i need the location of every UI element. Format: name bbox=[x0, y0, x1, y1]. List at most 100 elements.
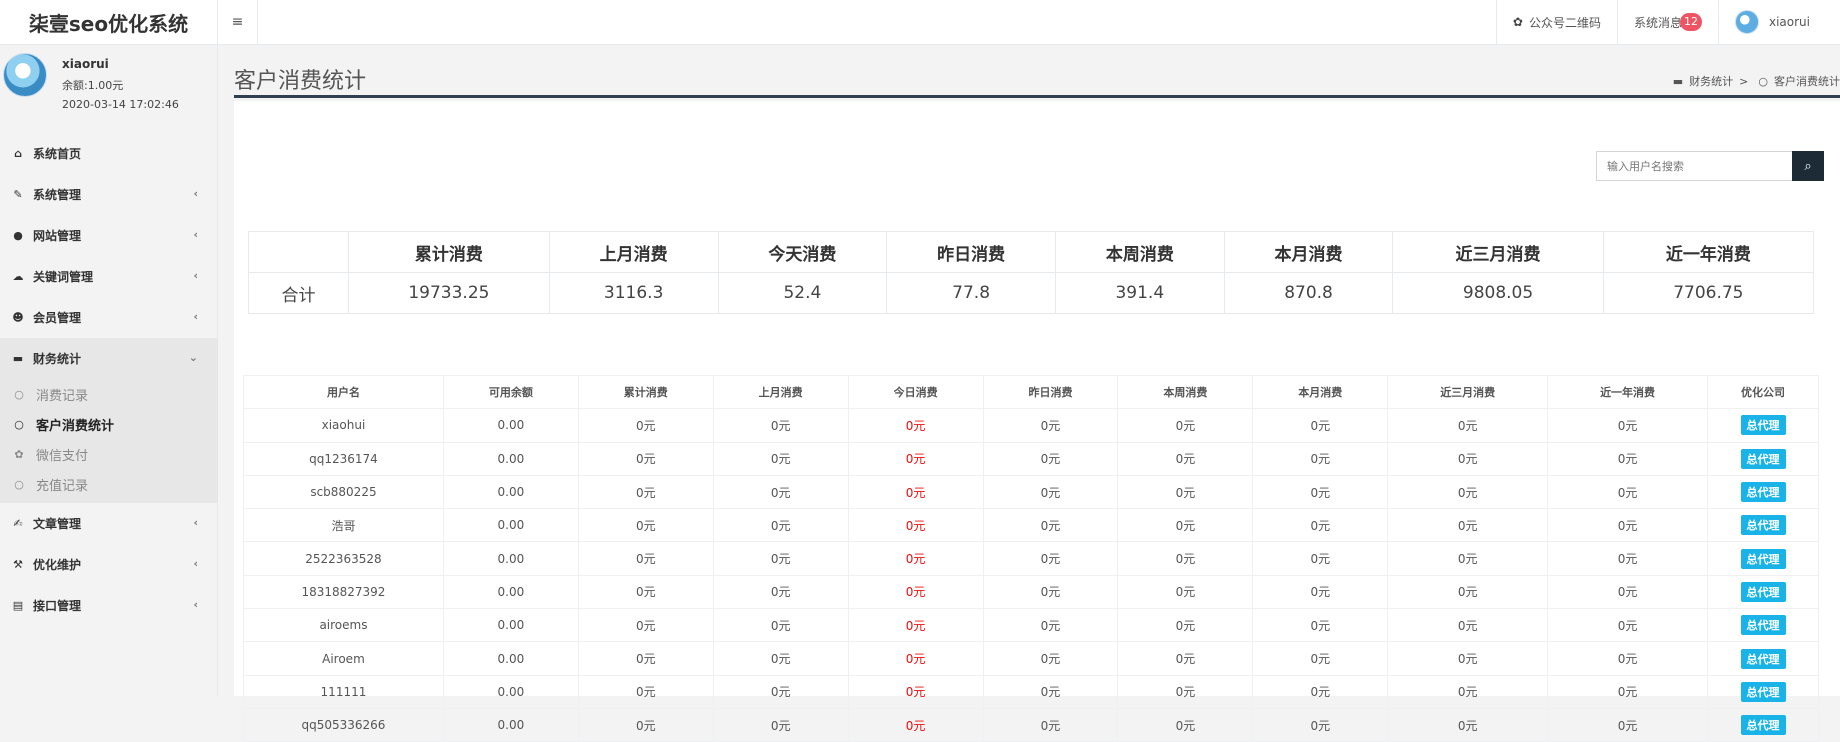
sidebar-item-optimization[interactable]: ⚒ 优化维护 ‹ bbox=[0, 544, 218, 585]
sidebar-item-website[interactable]: ● 网站管理 ‹ bbox=[0, 215, 218, 256]
qrcode-link[interactable]: ✿ 公众号二维码 bbox=[1495, 0, 1617, 44]
sidebar-item-api[interactable]: ▤ 接口管理 ‹ bbox=[0, 585, 218, 626]
breadcrumb-item-finance[interactable]: 财务统计 bbox=[1689, 73, 1733, 89]
company-tag[interactable]: 总代理 bbox=[1740, 615, 1786, 636]
table-cell: 0元 bbox=[577, 474, 714, 510]
table-cell: 0元 bbox=[1547, 608, 1708, 643]
profile-name: xiaorui bbox=[62, 57, 109, 71]
company-tag[interactable]: 总代理 bbox=[1740, 648, 1786, 669]
table-cell: xiaohui bbox=[243, 408, 444, 443]
company-tag[interactable]: 总代理 bbox=[1740, 482, 1786, 503]
table-cell: 0元 bbox=[982, 608, 1119, 643]
table-cell: 0元 bbox=[1547, 674, 1708, 709]
company-tag[interactable]: 总代理 bbox=[1740, 415, 1786, 436]
sidebar-item-label: 充值记录 bbox=[36, 478, 89, 494]
company-cell: 总代理 bbox=[1707, 641, 1819, 676]
table-cell: 0.00 bbox=[442, 641, 579, 676]
table-cell: 0元 bbox=[1252, 441, 1389, 476]
table-cell: 18318827392 bbox=[243, 574, 444, 610]
summary-header: 今天消费 bbox=[717, 231, 888, 273]
table-cell: 0元 bbox=[1252, 707, 1389, 742]
sidebar-nav: ⌂ 系统首页 ✎ 系统管理 ‹ ● 网站管理 ‹ ☁ 关键词管理 ‹ ☻ 会员管理 ‹ ▬ 财务统计… bbox=[0, 133, 218, 626]
sidebar-item-customer-stats[interactable]: ○ 客户消费统计 bbox=[0, 409, 218, 439]
username-label: xiaorui bbox=[1768, 15, 1810, 29]
company-tag[interactable]: 总代理 bbox=[1740, 448, 1786, 469]
app-title[interactable]: 柒壹seo优化系统 bbox=[0, 0, 218, 44]
sidebar-item-consumption-records[interactable]: ○ 消费记录 bbox=[0, 379, 218, 409]
sidebar-item-home[interactable]: ⌂ 系统首页 bbox=[0, 133, 218, 174]
search-icon: ⌕ bbox=[1804, 158, 1812, 173]
sidebar-item-system[interactable]: ✎ 系统管理 ‹ bbox=[0, 174, 218, 215]
summary-table: 累计消费 上月消费 今天消费 昨日消费 本周消费 本月消费 近三月消费 近一年消… bbox=[248, 231, 1815, 314]
table-cell: 0.00 bbox=[442, 508, 579, 543]
table-row: 18318827392 0.00 0元 0元 0元 0元 0元 0元 0元 0元 总代理 bbox=[243, 574, 1819, 610]
summary-corner-cell bbox=[248, 231, 349, 273]
sidebar-item-label: 会员管理 bbox=[33, 311, 82, 325]
table-cell: 0元 bbox=[847, 641, 984, 676]
table-cell: 0元 bbox=[712, 674, 849, 709]
summary-header: 本周消费 bbox=[1054, 231, 1225, 273]
table-cell: 0元 bbox=[1387, 707, 1549, 742]
table-row: xiaohui 0.00 0元 0元 0元 0元 0元 0元 0元 0元 总代理 bbox=[243, 408, 1819, 443]
book-icon: ▤ bbox=[12, 599, 24, 612]
company-tag[interactable]: 总代理 bbox=[1740, 515, 1786, 536]
table-cell: 0元 bbox=[1387, 574, 1549, 610]
table-cell: 0元 bbox=[982, 508, 1119, 543]
company-tag[interactable]: 总代理 bbox=[1740, 681, 1786, 702]
summary-header-row: 累计消费 上月消费 今天消费 昨日消费 本周消费 本月消费 近三月消费 近一年消… bbox=[248, 231, 1815, 273]
table-cell: 0元 bbox=[982, 541, 1119, 576]
chevron-left-icon: ‹ bbox=[193, 310, 198, 323]
chevron-left-icon: ‹ bbox=[193, 598, 198, 611]
sidebar-item-recharge-records[interactable]: ○ 充值记录 bbox=[0, 469, 218, 499]
users-icon: ☻ bbox=[12, 311, 24, 324]
company-cell: 总代理 bbox=[1707, 508, 1819, 543]
avatar[interactable] bbox=[3, 53, 47, 97]
table-cell: 0元 bbox=[712, 408, 849, 443]
table-cell: 0元 bbox=[847, 541, 984, 576]
sidebar-item-keywords[interactable]: ☁ 关键词管理 ‹ bbox=[0, 256, 218, 297]
table-cell: 0元 bbox=[1547, 441, 1708, 476]
user-menu[interactable]: xiaorui bbox=[1717, 0, 1840, 44]
column-header: 本周消费 bbox=[1117, 374, 1254, 410]
search-input[interactable] bbox=[1596, 151, 1792, 181]
breadcrumb-item-current: 客户消费统计 bbox=[1774, 75, 1840, 88]
summary-header: 昨日消费 bbox=[886, 231, 1056, 273]
messages-link[interactable]: 系统消息 12 bbox=[1616, 0, 1718, 44]
home-icon: ⌂ bbox=[14, 147, 22, 160]
company-cell: 总代理 bbox=[1707, 674, 1819, 709]
search-button[interactable]: ⌕ bbox=[1792, 151, 1824, 181]
company-tag[interactable]: 总代理 bbox=[1740, 548, 1786, 569]
main-content: 客户消费统计 ▬ 财务统计 > ○ 客户消费统计 ⌕ 累计消费 上月消费 今天消… bbox=[219, 45, 1840, 742]
table-cell: 0元 bbox=[982, 674, 1119, 709]
table-cell: 0元 bbox=[1252, 641, 1389, 676]
summary-value: 19733.25 bbox=[348, 272, 550, 314]
table-cell: 0元 bbox=[712, 574, 849, 610]
table-cell: 0元 bbox=[1547, 541, 1708, 576]
company-tag[interactable]: 总代理 bbox=[1740, 715, 1786, 736]
summary-value: 77.8 bbox=[886, 272, 1056, 314]
table-body: xiaohui 0.00 0元 0元 0元 0元 0元 0元 0元 0元 总代理 qq1236174 0… bbox=[243, 408, 1819, 742]
table-cell: 0元 bbox=[1547, 508, 1708, 543]
table-cell: 0.00 bbox=[442, 408, 579, 443]
table-cell: qq1236174 bbox=[243, 441, 444, 476]
table-cell: 0元 bbox=[712, 474, 849, 510]
table-cell: 0元 bbox=[982, 574, 1119, 610]
table-cell: 0元 bbox=[712, 608, 849, 643]
table-cell: 0元 bbox=[982, 441, 1119, 476]
table-cell: 0.00 bbox=[442, 674, 579, 709]
sidebar-item-members[interactable]: ☻ 会员管理 ‹ bbox=[0, 297, 218, 338]
sidebar-item-wechat-pay[interactable]: ✿ 微信支付 bbox=[0, 439, 218, 469]
table-cell: 0元 bbox=[1547, 408, 1708, 443]
page-header: 客户消费统计 ▬ 财务统计 > ○ 客户消费统计 bbox=[234, 53, 1840, 98]
table-cell: 0元 bbox=[847, 408, 984, 443]
chevron-left-icon: ‹ bbox=[193, 228, 198, 241]
table-cell: 0元 bbox=[1387, 408, 1549, 443]
table-cell: 111111 bbox=[243, 674, 444, 709]
menu-toggle-button[interactable]: ≡ bbox=[218, 0, 258, 44]
table-cell: 0元 bbox=[577, 674, 714, 709]
sidebar-item-articles[interactable]: ✍ 文章管理 ‹ bbox=[0, 503, 218, 544]
company-tag[interactable]: 总代理 bbox=[1740, 581, 1786, 602]
sidebar-item-finance[interactable]: ▬ 财务统计 ⌄ bbox=[0, 338, 218, 379]
table-header-row: 用户名 可用余额 累计消费 上月消费 今日消费 昨日消费 本周消费 本月消费 近… bbox=[243, 374, 1819, 410]
table-cell: 0元 bbox=[1387, 608, 1549, 643]
